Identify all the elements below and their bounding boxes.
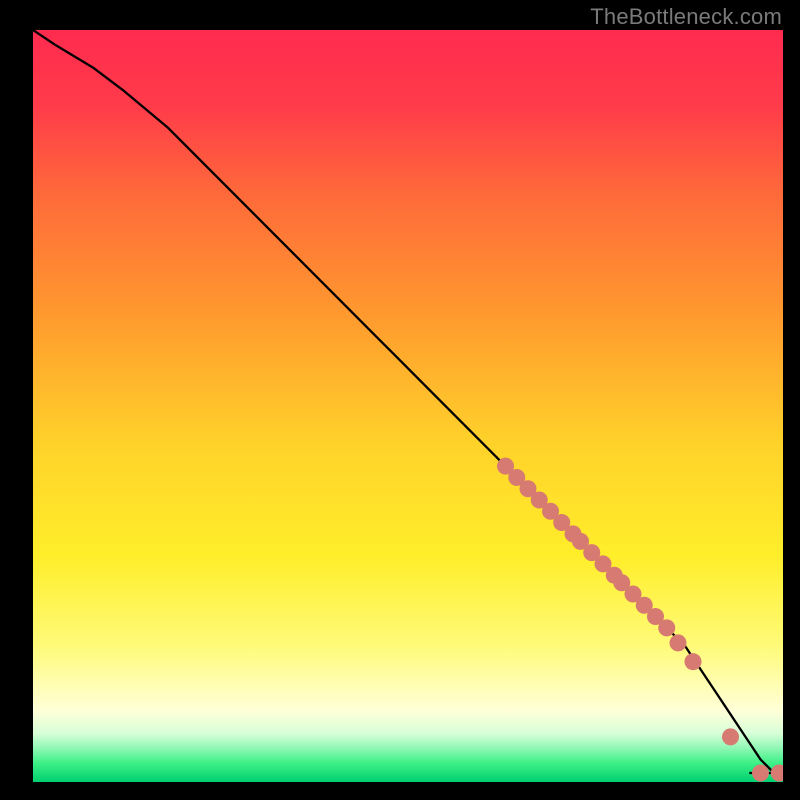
chart-svg [33,30,783,782]
data-point-marker [658,619,675,636]
plot-area [33,30,783,782]
gradient-background [33,30,783,782]
data-point-marker [752,764,769,781]
data-point-marker [670,634,687,651]
watermark-text: TheBottleneck.com [590,4,782,30]
chart-stage: TheBottleneck.com [0,0,800,800]
data-point-marker [722,728,739,745]
data-point-marker [685,653,702,670]
